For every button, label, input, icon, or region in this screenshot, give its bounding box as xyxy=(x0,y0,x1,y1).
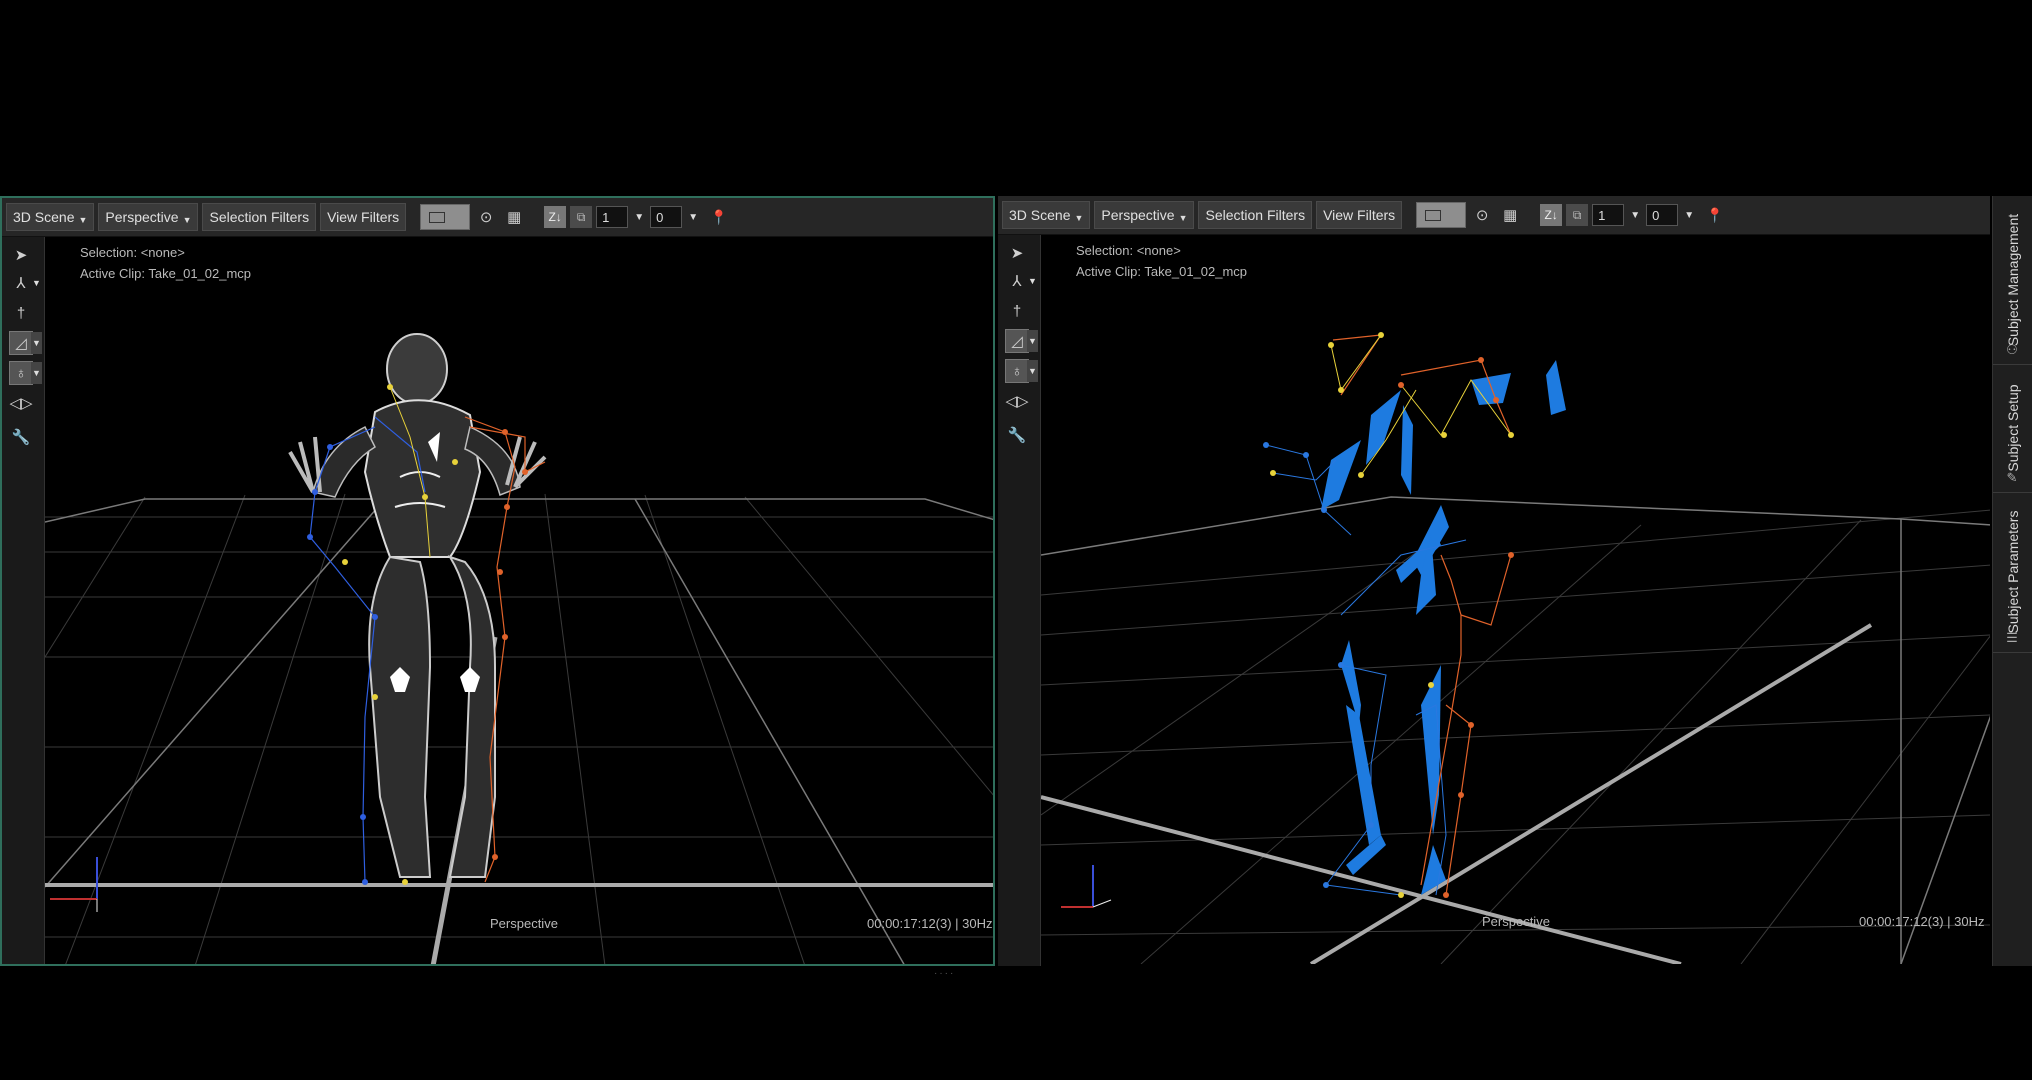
skeleton-segments xyxy=(1321,360,1566,895)
grid-icon[interactable]: ▦ xyxy=(502,205,526,229)
orange-markers xyxy=(1398,357,1514,898)
target-icon[interactable]: ⊙ xyxy=(1470,203,1494,227)
chevron-down-icon: ▼ xyxy=(1074,213,1084,223)
wrench-icon[interactable]: 🔧 xyxy=(1005,423,1029,447)
sliders-icon: ☰ xyxy=(2006,630,2018,645)
scene-dropdown[interactable]: 3D Scene ▼ xyxy=(6,203,95,231)
target-icon[interactable]: ⊙ xyxy=(474,205,498,229)
blue-markers xyxy=(307,444,378,885)
grid-major-lines xyxy=(1041,496,1990,964)
chevron-down-icon[interactable]: ▼ xyxy=(1027,360,1038,382)
paint-icon[interactable]: ♁ xyxy=(9,361,33,385)
frame-field-1[interactable]: 1 xyxy=(1592,204,1625,226)
camera-label: Perspective xyxy=(1482,914,1550,929)
right-viewport-pane[interactable]: 3D Scene ▼ Perspective ▼ Selection Filters… xyxy=(998,196,1990,966)
figure-icon[interactable]: † xyxy=(9,301,33,325)
copy-icon[interactable]: ⧉ xyxy=(1566,204,1589,226)
chevron-down-icon[interactable]: ▼ xyxy=(31,362,42,384)
select-arrow-icon[interactable]: ➤ xyxy=(1005,241,1029,265)
timecode-label: 00:00:17:12(3) | 30Hz xyxy=(1859,914,1985,929)
edit-shape-icon[interactable]: ◿ xyxy=(9,331,33,355)
scene-canvas xyxy=(45,333,993,964)
active-clip-label: Active Clip: Take_01_02_mcp xyxy=(1076,264,1248,279)
people-icon: ⚇ xyxy=(2006,342,2018,357)
view-filters-button[interactable]: View Filters xyxy=(1316,201,1403,229)
chevron-down-icon[interactable]: ▼ xyxy=(31,332,42,354)
axis-gizmo-icon[interactable]: ⅄ xyxy=(1005,269,1029,293)
camera-label: Perspective xyxy=(490,916,558,931)
frame-field-2[interactable]: 0 xyxy=(650,206,683,228)
active-clip-label: Active Clip: Take_01_02_mcp xyxy=(80,266,252,281)
selection-label: Selection: <none> xyxy=(80,245,185,260)
sort-icon[interactable]: Z↓ xyxy=(1540,204,1563,226)
grid-icon[interactable]: ▦ xyxy=(1498,203,1522,227)
chevron-down-icon: ▼ xyxy=(182,215,192,225)
character-model xyxy=(288,333,547,878)
setup-icon: ✎ xyxy=(2006,470,2018,485)
z-axis-line xyxy=(1309,623,1873,964)
3d-viewport[interactable]: Selection: <none> Active Clip: Take_01_0… xyxy=(45,237,993,964)
viewport-tool-sidebar: ➤ ⅄ ▼ † ◿ ▼ ♁ ▼ ◁▷ 🔧 xyxy=(998,235,1041,966)
selection-filters-button[interactable]: Selection Filters xyxy=(202,203,317,231)
mirror-icon[interactable]: ◁▷ xyxy=(1005,389,1029,413)
select-arrow-icon[interactable]: ➤ xyxy=(9,243,33,267)
camera-toggle-icon[interactable] xyxy=(1416,202,1467,228)
chevron-down-icon: ▼ xyxy=(1178,213,1188,223)
pin-icon[interactable]: 📍 xyxy=(710,209,727,226)
tab-label: Subject Parameters xyxy=(2005,510,2021,634)
side-tab-bar: Subject Management ⚇ Subject Setup ✎ Sub… xyxy=(1992,196,2032,966)
scene-dropdown[interactable]: 3D Scene ▼ xyxy=(1002,201,1091,229)
viewport-toolbar: 3D Scene ▼ Perspective ▼ Selection Filters… xyxy=(998,196,1990,235)
skeleton-lines-yellow xyxy=(1330,334,1512,476)
chevron-down-icon[interactable]: ▼ xyxy=(632,212,646,223)
figure-icon[interactable]: † xyxy=(1005,299,1029,323)
sort-icon[interactable]: Z↓ xyxy=(544,206,567,228)
chevron-down-icon[interactable]: ▼ xyxy=(1027,270,1038,292)
axis-gizmo-icon[interactable]: ⅄ xyxy=(9,271,33,295)
frame-field-2[interactable]: 0 xyxy=(1646,204,1679,226)
view-dropdown[interactable]: Perspective ▼ xyxy=(98,203,199,231)
selection-label: Selection: <none> xyxy=(1076,243,1181,258)
chevron-down-icon[interactable]: ▼ xyxy=(1682,210,1696,221)
tab-subject-setup[interactable]: Subject Setup ✎ xyxy=(1993,364,2032,493)
resize-handle[interactable]: ···· xyxy=(934,968,955,979)
viewport-tool-sidebar: ➤ ⅄ ▼ † ◿ ▼ ♁ ▼ ◁▷ 🔧 xyxy=(2,237,45,964)
tab-label: Subject Setup xyxy=(2005,384,2021,472)
chevron-down-icon[interactable]: ▼ xyxy=(686,212,700,223)
mirror-icon[interactable]: ◁▷ xyxy=(9,391,33,415)
edit-shape-icon[interactable]: ◿ xyxy=(1005,329,1029,353)
left-viewport-pane[interactable]: 3D Scene ▼ Perspective ▼ Selection Filters… xyxy=(0,196,995,966)
chevron-down-icon[interactable]: ▼ xyxy=(31,272,42,294)
grid-major-lines xyxy=(45,498,993,964)
viewport-toolbar: 3D Scene ▼ Perspective ▼ Selection Filters… xyxy=(2,198,993,237)
view-filters-button[interactable]: View Filters xyxy=(320,203,407,231)
wrench-icon[interactable]: 🔧 xyxy=(9,425,33,449)
frame-field-1[interactable]: 1 xyxy=(596,206,629,228)
view-dropdown-label: Perspective xyxy=(1101,207,1175,223)
scene-dropdown-label: 3D Scene xyxy=(13,209,75,225)
timecode-label: 00:00:17:12(3) | 30Hz xyxy=(867,916,993,931)
tab-label: Subject Management xyxy=(2005,213,2021,347)
skeleton-lines-orange xyxy=(1332,334,1512,896)
chevron-down-icon[interactable]: ▼ xyxy=(1628,210,1642,221)
selection-filters-button[interactable]: Selection Filters xyxy=(1198,201,1313,229)
scene-canvas xyxy=(1041,332,1990,964)
chevron-down-icon[interactable]: ▼ xyxy=(1027,330,1038,352)
pin-icon[interactable]: 📍 xyxy=(1706,207,1723,224)
ground-grid xyxy=(45,493,993,964)
chevron-down-icon: ▼ xyxy=(78,215,88,225)
view-dropdown[interactable]: Perspective ▼ xyxy=(1094,201,1195,229)
tab-subject-management[interactable]: Subject Management ⚇ xyxy=(1993,196,2032,365)
view-dropdown-label: Perspective xyxy=(105,209,179,225)
paint-icon[interactable]: ♁ xyxy=(1005,359,1029,383)
scene-dropdown-label: 3D Scene xyxy=(1009,207,1071,223)
camera-toggle-icon[interactable] xyxy=(420,204,471,230)
tab-subject-parameters[interactable]: Subject Parameters ☰ xyxy=(1993,492,2032,653)
gizmo-y-axis xyxy=(1092,899,1112,908)
x-axis-line xyxy=(1041,795,1682,964)
ground-grid xyxy=(1041,509,1990,964)
copy-icon[interactable]: ⧉ xyxy=(570,206,593,228)
3d-viewport[interactable]: Selection: <none> Active Clip: Take_01_0… xyxy=(1041,235,1990,966)
